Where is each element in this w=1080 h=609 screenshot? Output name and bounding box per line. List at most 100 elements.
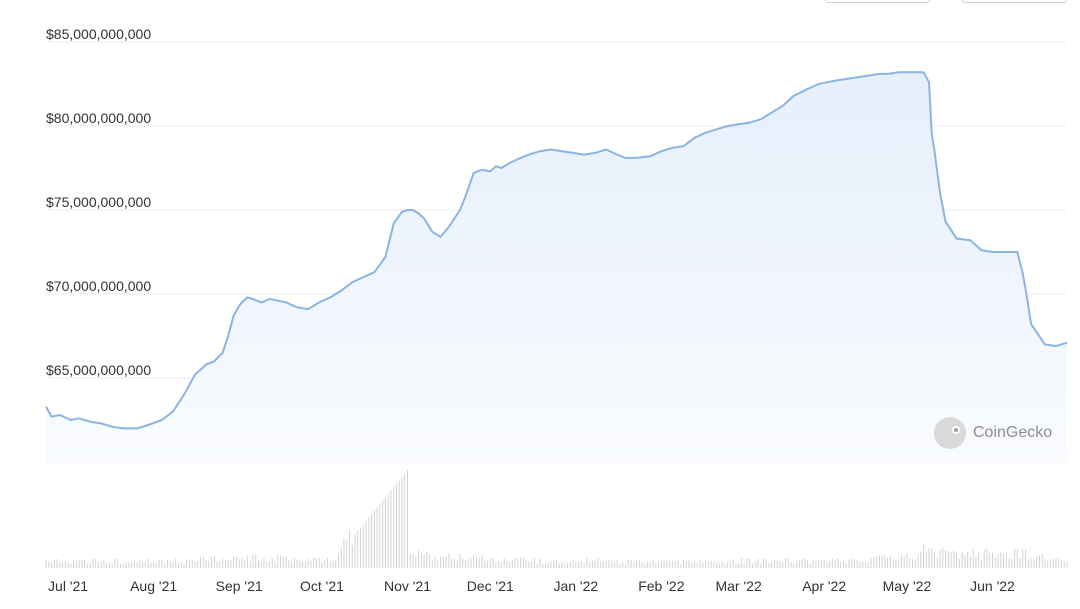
volume-bar: [332, 559, 334, 568]
volume-bar: [878, 555, 880, 568]
volume-bar: [390, 490, 392, 568]
volume-bar: [197, 560, 199, 568]
volume-bar: [431, 560, 433, 568]
volume-bar: [1014, 548, 1016, 568]
volume-bar: [743, 563, 745, 568]
volume-bar: [528, 561, 530, 568]
volume-bar: [630, 559, 632, 568]
volume-bar: [401, 476, 403, 568]
volume-bar: [572, 560, 574, 568]
volume-bar: [384, 497, 386, 568]
volume-bar: [191, 559, 193, 568]
volume-bar: [605, 560, 607, 568]
gecko-logo-icon: [934, 417, 966, 449]
volume-bar: [70, 563, 72, 568]
volume-bar: [120, 563, 121, 568]
volume-bar: [655, 562, 657, 568]
volume-bar: [961, 552, 963, 568]
volume-bar: [349, 530, 350, 568]
volume-bar: [362, 524, 364, 568]
volume-bar: [578, 561, 580, 568]
volume-bar: [514, 557, 516, 568]
volume-bar: [867, 561, 869, 568]
volume-bar: [64, 561, 66, 568]
volume-bar: [338, 553, 339, 568]
volume-bar: [754, 560, 756, 568]
volume-bar: [484, 560, 486, 568]
volume-bar: [166, 559, 168, 568]
volume-bar: [851, 558, 853, 568]
volume-bar: [972, 549, 974, 568]
volume-bar: [329, 561, 331, 568]
volume-bar: [299, 559, 301, 568]
volume-bar: [200, 557, 201, 568]
volume-bar: [235, 557, 237, 568]
y-tick-label: $80,000,000,000: [46, 110, 151, 126]
volume-bar: [812, 559, 814, 568]
volume-bar: [448, 553, 450, 568]
volume-bar: [244, 560, 246, 568]
volume-bar: [315, 558, 317, 568]
volume-bar: [931, 548, 933, 568]
volume-bar: [740, 558, 742, 568]
volume-bar: [658, 562, 660, 568]
volume-bar: [92, 559, 94, 568]
x-tick-label: Oct '21: [300, 578, 344, 594]
volume-bar: [1005, 552, 1007, 568]
volume-bar: [649, 562, 651, 568]
volume-bar: [263, 558, 265, 568]
volume-bar: [522, 558, 524, 568]
volume-bar: [293, 557, 295, 568]
volume-bar: [751, 563, 753, 568]
volume-bar: [768, 563, 770, 568]
volume-bar: [296, 559, 298, 568]
volume-bar: [318, 557, 320, 568]
volume-bar: [409, 554, 411, 568]
volume-bar: [274, 561, 276, 568]
volume-bar: [62, 562, 64, 568]
volume-bar: [876, 556, 878, 568]
watermark-text: CoinGecko: [973, 424, 1053, 441]
volume-bar: [224, 560, 226, 568]
volume-bar: [48, 561, 50, 568]
volume-bar: [854, 559, 855, 568]
volume-bar: [525, 560, 527, 568]
x-tick-label: Apr '22: [802, 578, 846, 594]
volume-bar: [727, 562, 729, 568]
volume-bar: [131, 562, 132, 568]
volume-bar: [506, 560, 508, 568]
volume-bar: [56, 559, 58, 568]
volume-bar: [580, 560, 582, 568]
volume-bar: [613, 562, 615, 568]
x-tick-label: Mar '22: [715, 578, 761, 594]
volume-bar: [531, 561, 533, 568]
volume-bar: [249, 561, 251, 568]
volume-bar: [848, 559, 850, 568]
volume-bar: [172, 561, 174, 568]
volume-bar: [161, 559, 163, 568]
volume-bar: [125, 562, 127, 568]
volume-bar: [307, 559, 309, 568]
volume-bar: [1033, 558, 1035, 568]
volume-bar: [78, 560, 80, 568]
volume-bar: [266, 561, 268, 568]
volume-bar: [398, 480, 400, 568]
volume-bar: [335, 560, 337, 568]
volume-bar: [583, 563, 585, 568]
x-tick-label: Sep '21: [216, 578, 263, 594]
volume-bar: [796, 560, 798, 568]
volume-bar: [1052, 559, 1054, 568]
volume-bar: [122, 563, 124, 568]
volume-bar: [379, 503, 381, 568]
volume-bar: [387, 493, 389, 568]
volume-bar: [1027, 560, 1029, 568]
volume-bar: [884, 555, 886, 568]
volume-bar: [1049, 559, 1051, 568]
volume-bar: [746, 558, 748, 568]
volume-bar: [958, 558, 960, 568]
volume-bar: [633, 562, 635, 568]
volume-bar: [51, 563, 52, 568]
volume-bar: [396, 483, 397, 568]
volume-bar: [898, 559, 900, 568]
x-tick-label: Jul '21: [48, 578, 88, 594]
